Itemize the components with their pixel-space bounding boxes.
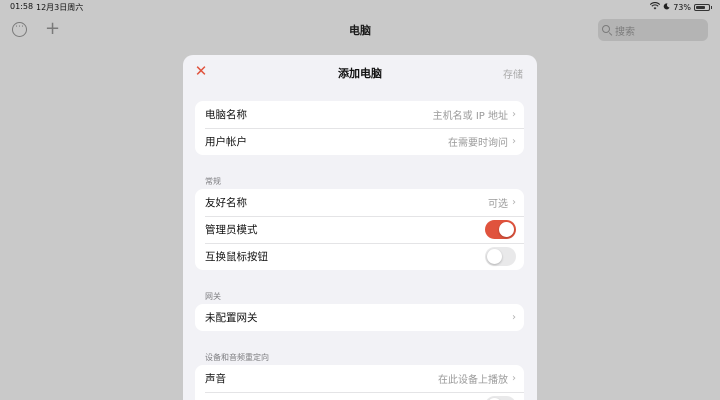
- chevron-right-icon: ›: [512, 109, 516, 120]
- section-general: 常规: [205, 177, 221, 186]
- user-account-row[interactable]: 用户帐户 在需要时询问 ›: [195, 128, 524, 155]
- status-right: 73%: [650, 2, 712, 12]
- friendly-name-row[interactable]: 友好名称 可选 ›: [195, 189, 524, 216]
- sheet-title: 添加电脑: [338, 67, 382, 80]
- battery-icon: [694, 3, 712, 11]
- chevron-right-icon: ›: [512, 373, 516, 384]
- status-date: 12月3日周六: [36, 3, 84, 12]
- gateway-group: 未配置网关 ›: [195, 304, 524, 331]
- search-icon: [602, 25, 612, 35]
- redirect-toggle-row: [195, 392, 524, 400]
- admin-mode-label: 管理员模式: [205, 224, 258, 236]
- battery-percent: 73%: [673, 2, 691, 12]
- chevron-right-icon: ›: [512, 312, 516, 323]
- user-account-label: 用户帐户: [205, 136, 247, 148]
- user-account-value: 在需要时询问: [448, 138, 508, 149]
- swap-mouse-toggle[interactable]: [485, 247, 516, 266]
- computer-name-value: 主机名或 IP 地址: [432, 111, 508, 122]
- redirect-group: 声音 在此设备上播放 ›: [195, 365, 524, 400]
- section-gateway: 网关: [205, 292, 221, 301]
- swap-mouse-label: 互换鼠标按钮: [205, 251, 268, 263]
- gateway-row[interactable]: 未配置网关 ›: [195, 304, 524, 331]
- redirect-toggle[interactable]: [485, 396, 516, 400]
- connection-group: 电脑名称 主机名或 IP 地址 › 用户帐户 在需要时询问 ›: [195, 101, 524, 155]
- wifi-icon: [650, 2, 661, 12]
- add-computer-sheet: ✕ 添加电脑 存储 电脑名称 主机名或 IP 地址 › 用户帐户 在需要时询问 › …: [183, 55, 537, 400]
- sound-row[interactable]: 声音 在此设备上播放 ›: [195, 365, 524, 392]
- computer-name-row[interactable]: 电脑名称 主机名或 IP 地址 ›: [195, 101, 524, 128]
- gateway-label: 未配置网关: [205, 312, 258, 324]
- moon-icon: [663, 2, 670, 12]
- admin-mode-row: 管理员模式: [195, 216, 524, 243]
- save-button[interactable]: 存储: [503, 66, 523, 81]
- search-input[interactable]: 搜索: [598, 19, 708, 41]
- admin-mode-toggle[interactable]: [485, 220, 516, 239]
- status-time: 01:58: [10, 2, 34, 11]
- general-group: 友好名称 可选 › 管理员模式 互换鼠标按钮: [195, 189, 524, 270]
- friendly-name-value: 可选: [488, 199, 508, 210]
- chevron-right-icon: ›: [512, 136, 516, 147]
- sound-value: 在此设备上播放: [438, 375, 508, 386]
- chevron-right-icon: ›: [512, 197, 516, 208]
- friendly-name-label: 友好名称: [205, 197, 247, 209]
- section-redirect: 设备和音频重定向: [205, 353, 269, 362]
- swap-mouse-row: 互换鼠标按钮: [195, 243, 524, 270]
- sound-label: 声音: [205, 373, 226, 385]
- computer-name-label: 电脑名称: [205, 109, 247, 121]
- status-bar: 01:58 12月3日周六 73%: [0, 0, 720, 14]
- search-placeholder: 搜索: [615, 26, 635, 38]
